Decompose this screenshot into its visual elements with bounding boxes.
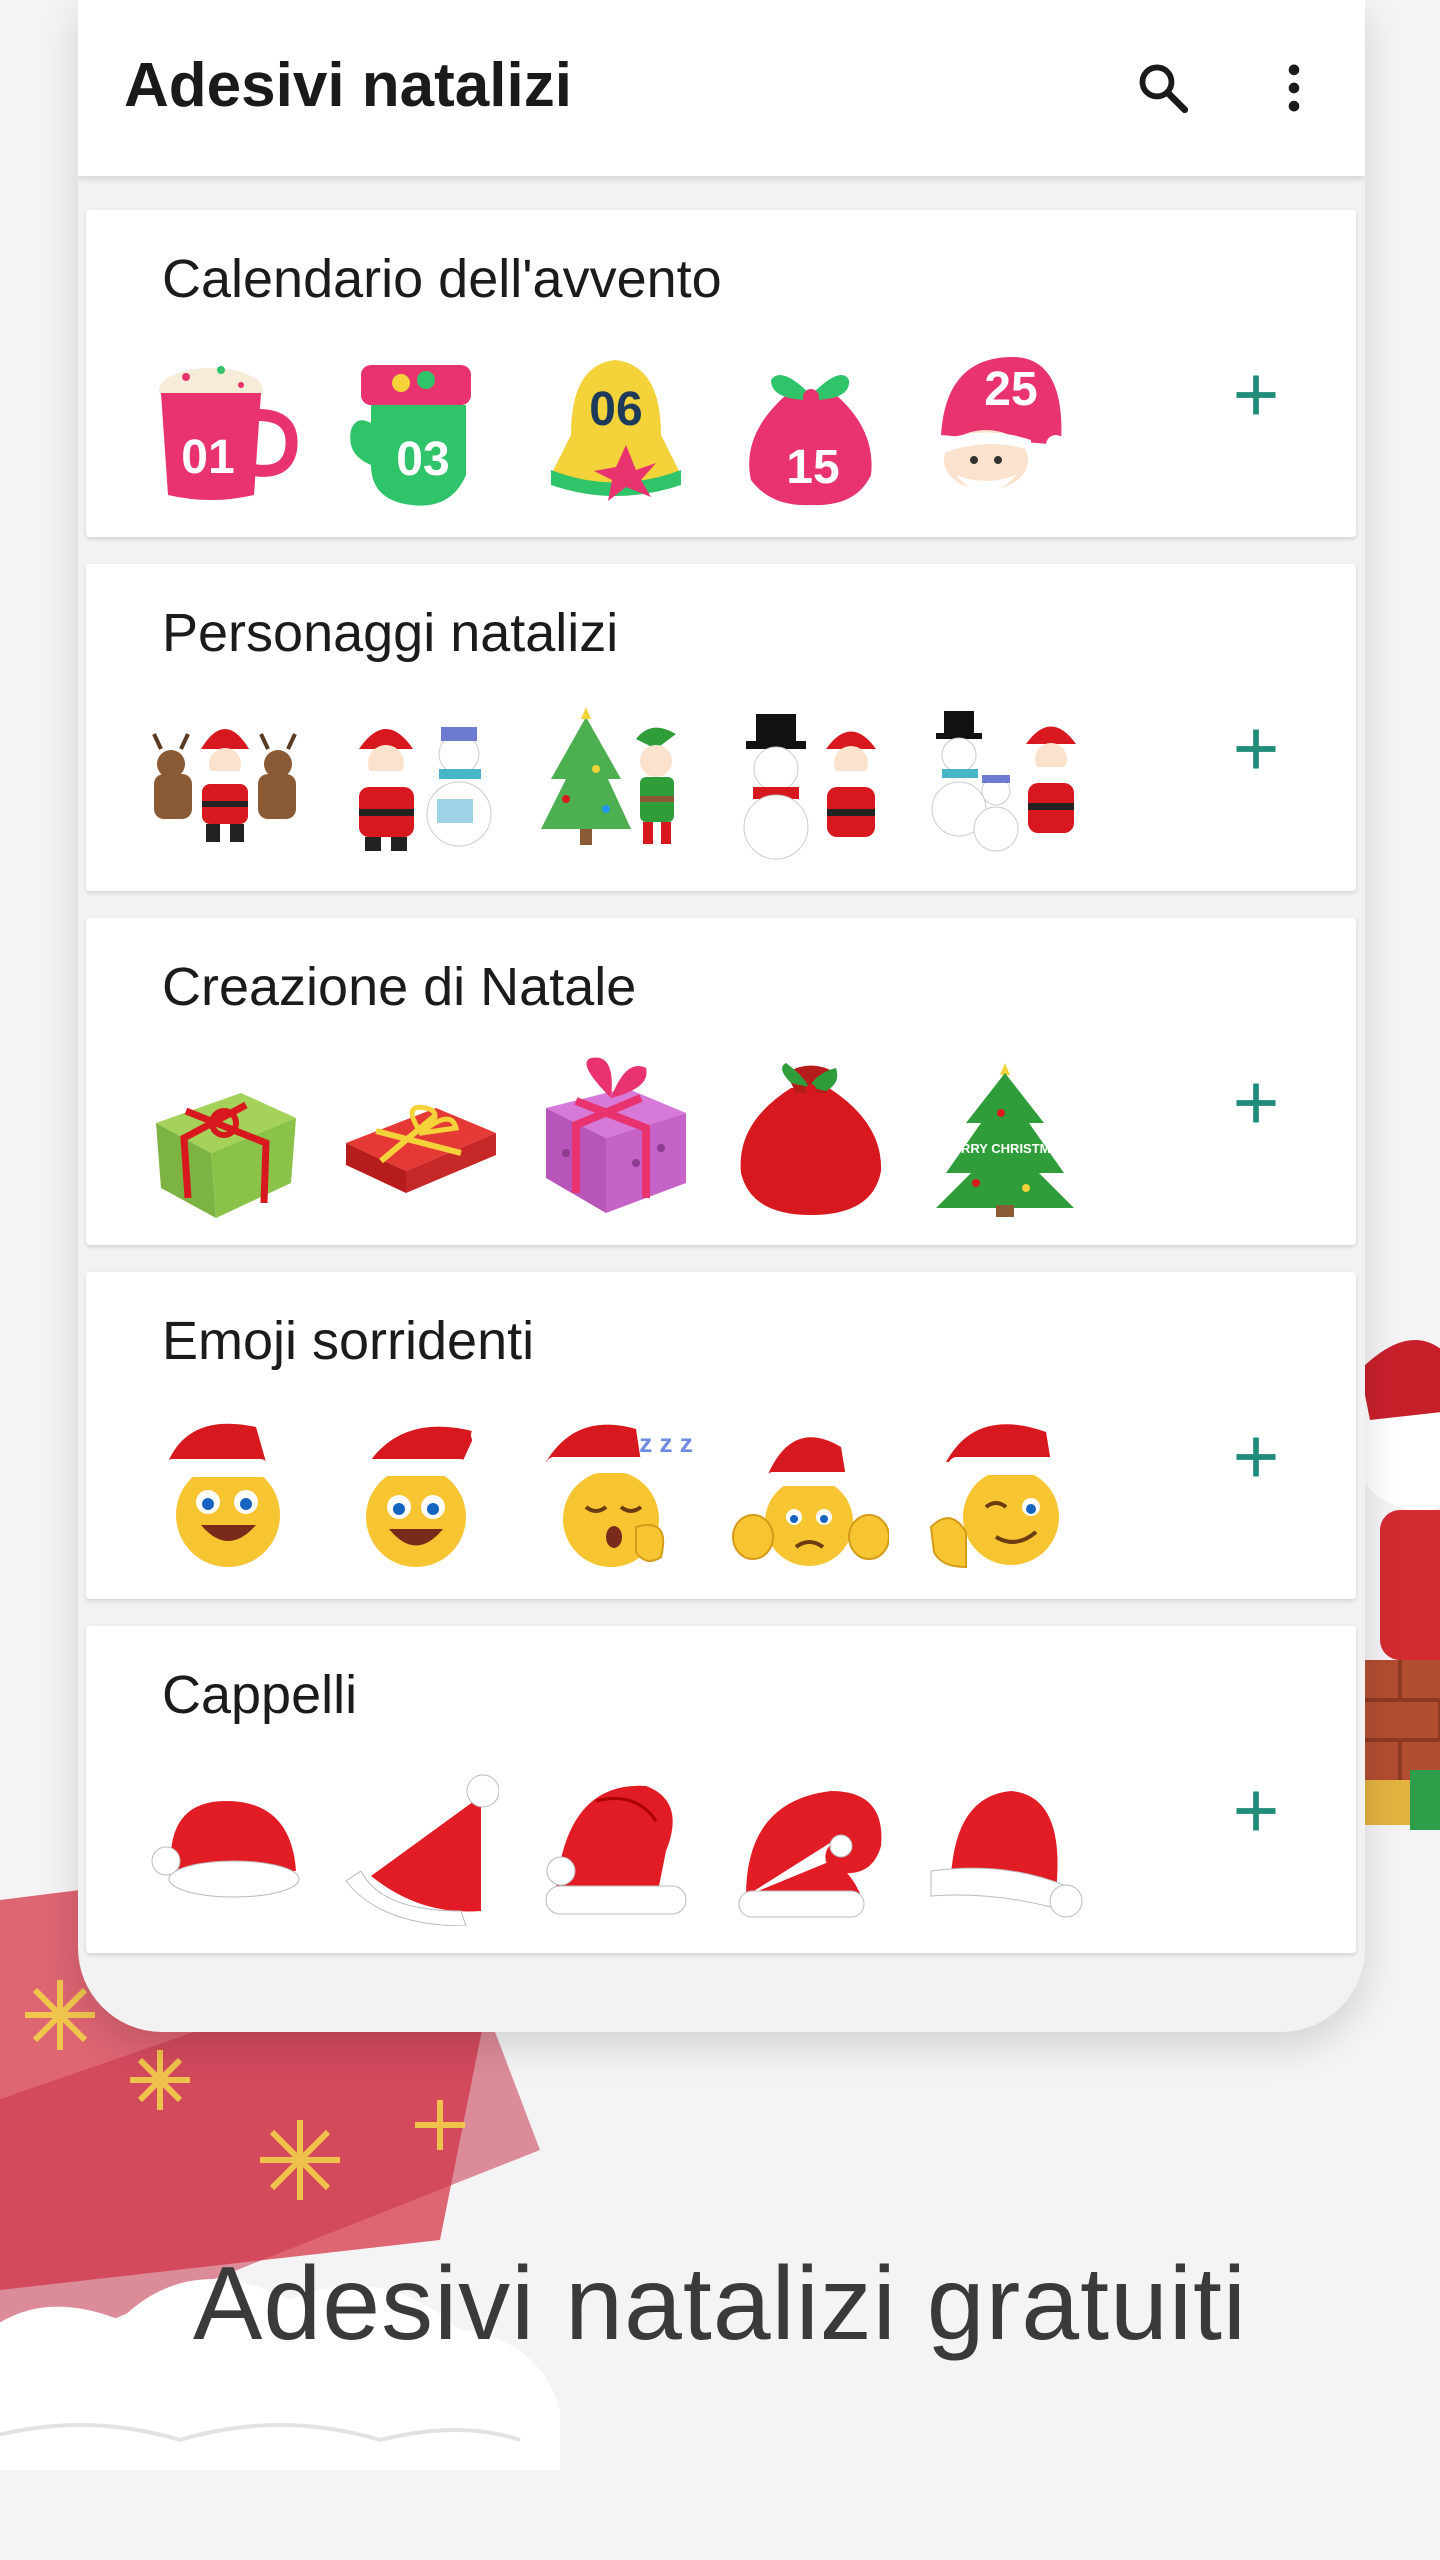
sticker-preview-row xyxy=(146,699,1146,864)
sticker-pack-card[interactable]: Emoji sorridenti z z z xyxy=(86,1272,1356,1599)
add-pack-button[interactable] xyxy=(1196,345,1316,445)
pack-title: Emoji sorridenti xyxy=(162,1311,535,1371)
sticker-pack-card[interactable]: Calendario dell'avvento 01 03 06 15 25 xyxy=(86,210,1356,537)
plus-icon xyxy=(1236,1791,1276,1831)
santa-hat-25-sticker: 25 xyxy=(926,345,1084,510)
santa-hat-3-sticker xyxy=(536,1761,694,1926)
sticker-pack-card[interactable]: Creazione di Natale MERRY CHRISTMAS xyxy=(86,918,1356,1245)
advent-number: 06 xyxy=(589,383,642,436)
mitten-03-sticker: 03 xyxy=(341,345,499,510)
snowman-santa-sticker xyxy=(731,699,889,864)
add-pack-button[interactable] xyxy=(1196,1407,1316,1507)
sticker-preview-row xyxy=(146,1761,1146,1926)
app-title: Adesivi natalizi xyxy=(124,51,572,120)
more-options-button[interactable] xyxy=(1252,46,1336,130)
tree-elf-sticker xyxy=(536,699,694,864)
sticker-pack-card[interactable]: Cappelli xyxy=(86,1626,1356,1953)
sticker-preview-row: 01 03 06 15 25 xyxy=(146,345,1146,510)
phone-screen: Adesivi natalizi Calendario dell'avvento xyxy=(78,0,1365,2032)
bell-06-sticker: 06 xyxy=(536,345,694,510)
laughing-emoji-sticker xyxy=(146,1407,304,1572)
winking-emoji-sticker xyxy=(926,1407,1084,1572)
search-icon xyxy=(1139,64,1189,114)
sack-15-sticker: 15 xyxy=(731,345,889,510)
sticker-pack-card[interactable]: Personaggi natalizi xyxy=(86,564,1356,891)
add-pack-button[interactable] xyxy=(1196,1053,1316,1153)
plus-icon xyxy=(1236,375,1276,415)
santa-hat-4-sticker xyxy=(731,1761,889,1926)
snowmen-santa-sticker xyxy=(926,699,1084,864)
sleep-text: z z z xyxy=(639,1428,692,1458)
pack-title: Calendario dell'avvento xyxy=(162,249,722,309)
plus-icon xyxy=(1236,1437,1276,1477)
santa-reindeer-sticker xyxy=(146,699,304,864)
pack-title: Cappelli xyxy=(162,1665,358,1725)
red-sack-sticker xyxy=(731,1053,889,1218)
santa-hat-1-sticker xyxy=(146,1761,304,1926)
advent-number: 15 xyxy=(786,441,839,494)
sticker-preview-row: z z z xyxy=(146,1407,1146,1572)
tree-banner-text: MERRY CHRISTMAS xyxy=(941,1141,1068,1156)
promo-caption: Adesivi natalizi gratuiti xyxy=(193,2246,1247,2362)
purple-gift-sticker xyxy=(536,1053,694,1218)
plus-icon xyxy=(1236,729,1276,769)
red-gift-sticker xyxy=(341,1053,499,1218)
app-bar: Adesivi natalizi xyxy=(78,0,1365,176)
worried-emoji-sticker xyxy=(731,1407,889,1572)
more-vertical-icon xyxy=(1288,64,1300,112)
sticker-pack-list[interactable]: Calendario dell'avvento 01 03 06 15 25 P… xyxy=(86,210,1356,1980)
green-gift-sticker xyxy=(146,1053,304,1218)
add-pack-button[interactable] xyxy=(1196,699,1316,799)
santa-snowman-sticker xyxy=(341,699,499,864)
mug-01-sticker: 01 xyxy=(146,345,304,510)
advent-number: 25 xyxy=(984,363,1037,416)
search-button[interactable] xyxy=(1121,46,1205,130)
advent-number: 01 xyxy=(181,431,234,484)
sticker-preview-row: MERRY CHRISTMAS xyxy=(146,1053,1146,1218)
pack-title: Personaggi natalizi xyxy=(162,603,619,663)
santa-hat-5-sticker xyxy=(926,1761,1084,1926)
plus-icon xyxy=(1236,1083,1276,1123)
christmas-tree-sticker: MERRY CHRISTMAS xyxy=(926,1053,1084,1218)
add-pack-button[interactable] xyxy=(1196,1761,1316,1861)
pack-title: Creazione di Natale xyxy=(162,957,637,1017)
grinning-emoji-sticker xyxy=(341,1407,499,1572)
santa-hat-2-sticker xyxy=(341,1761,499,1926)
sleepy-emoji-sticker: z z z xyxy=(536,1407,694,1572)
advent-number: 03 xyxy=(396,433,449,486)
